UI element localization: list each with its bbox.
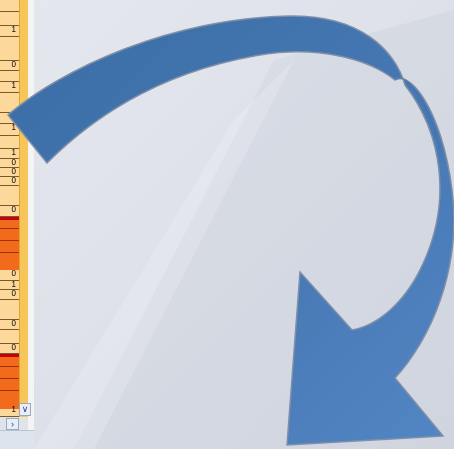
curved-arrow-icon[interactable]: [0, 0, 454, 449]
arrow-body: [6, 15, 454, 446]
screen: 1 0 1 1 1 1 0 0 0 0 0 1 0 0 0 1 ∨ ›: [0, 0, 454, 449]
